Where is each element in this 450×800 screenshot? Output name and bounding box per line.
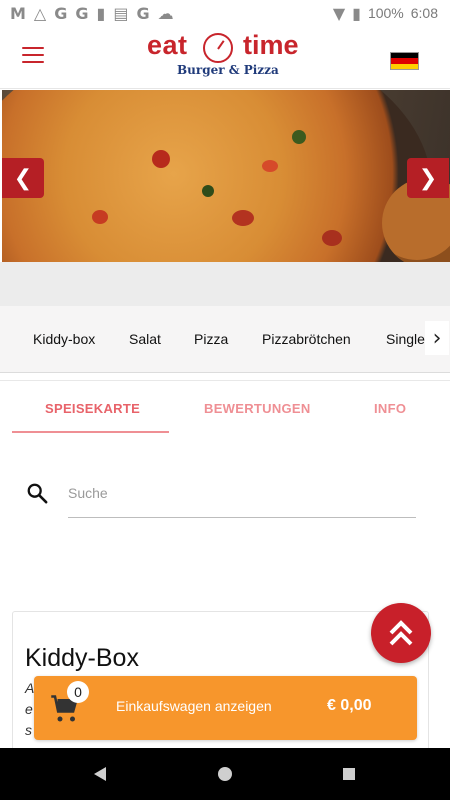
app-header: eat time Burger & Pizza [0, 26, 450, 89]
logo-word-eat: eat [147, 30, 188, 60]
cart-count-badge: 0 [67, 681, 89, 703]
category-pizza[interactable]: Pizza [194, 331, 228, 347]
carousel-prev-button[interactable]: ❮ [2, 158, 44, 198]
home-icon[interactable] [218, 767, 232, 781]
germany-flag-icon[interactable] [390, 52, 419, 70]
section-title: Kiddy-Box [25, 644, 139, 672]
battery-level: 100% [367, 5, 404, 21]
notification-icons: M △ G G ▮ ▤ G ☁ [0, 4, 174, 23]
clock: 6:08 [410, 5, 438, 21]
hamburger-menu-icon[interactable] [22, 47, 44, 65]
recents-icon[interactable] [343, 768, 355, 780]
category-salat[interactable]: Salat [129, 331, 161, 347]
tab-info[interactable]: INFO [374, 401, 406, 416]
scroll-to-top-button[interactable] [371, 603, 431, 663]
battery-icon: ▮ [352, 3, 361, 23]
logo-word-time: time [243, 30, 299, 60]
logo-tagline: Burger & Pizza [177, 63, 279, 77]
cart-total: € 0,00 [327, 697, 372, 714]
pizza-image [2, 90, 432, 262]
news-icon: ▤ [113, 3, 129, 23]
restaurant-logo[interactable]: eat time Burger & Pizza [147, 30, 307, 82]
tab-speisekarte[interactable]: SPEISEKARTE [45, 401, 140, 416]
category-bar: Kiddy-box Salat Pizza Pizzabrötchen Sing… [0, 306, 450, 373]
search-field [68, 485, 416, 518]
double-chevron-up-icon [389, 620, 413, 646]
cloud-icon: ☁ [157, 3, 174, 23]
active-tab-indicator [12, 431, 169, 433]
chevron-right-icon[interactable]: › [425, 321, 449, 355]
wifi-icon: ▼ [332, 3, 346, 23]
sd-card-icon: ▮ [96, 3, 106, 23]
carousel-next-button[interactable]: ❯ [407, 158, 449, 198]
category-pizzabroetchen[interactable]: Pizzabrötchen [262, 331, 351, 347]
search-input[interactable] [68, 485, 408, 501]
status-bar: M △ G G ▮ ▤ G ☁ ▼ ▮ 100% 6:08 [0, 0, 450, 26]
back-icon[interactable] [94, 767, 106, 781]
cart-label: Einkaufswagen anzeigen [116, 698, 272, 714]
divider-band [0, 262, 450, 306]
hero-banner-image [2, 90, 450, 262]
search-icon [27, 483, 48, 504]
system-navigation-bar [0, 748, 450, 800]
google-icon: G [54, 3, 68, 23]
drive-icon: △ [33, 3, 47, 23]
clock-fork-icon [203, 33, 233, 63]
gmail-icon: M [10, 3, 26, 23]
category-kiddy-box[interactable]: Kiddy-box [33, 331, 95, 347]
google-icon: G [75, 3, 89, 23]
google-icon: G [136, 3, 150, 23]
tab-bewertungen[interactable]: BEWERTUNGEN [204, 401, 311, 416]
view-cart-button[interactable]: 0 Einkaufswagen anzeigen € 0,00 [34, 676, 417, 740]
